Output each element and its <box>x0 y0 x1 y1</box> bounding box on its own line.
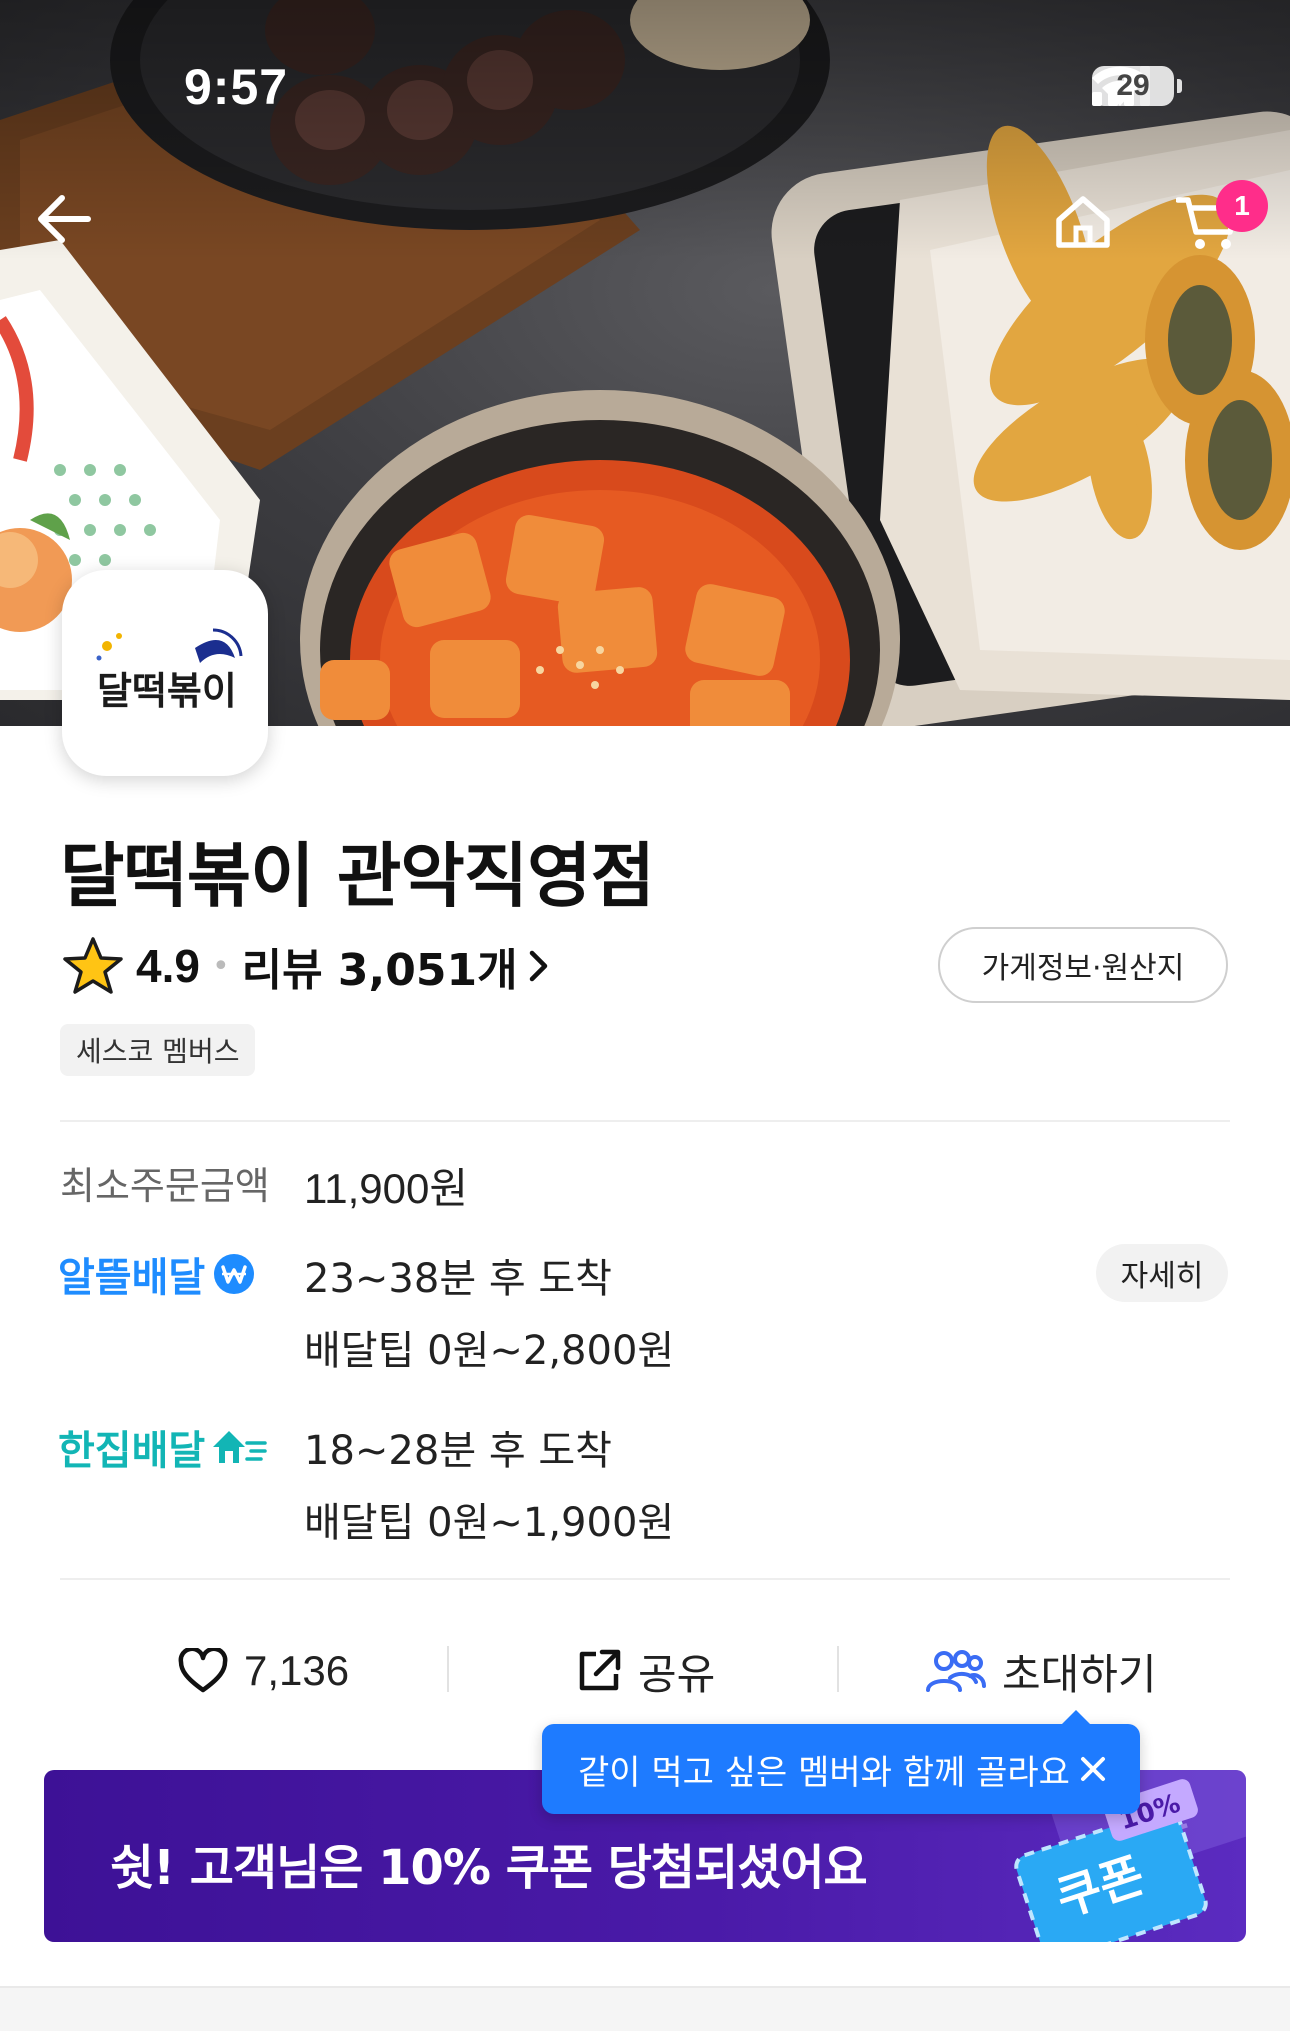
action-separator <box>837 1646 839 1692</box>
share-label: 공유 <box>638 1649 716 1699</box>
status-time: 9:57 <box>184 59 289 115</box>
invite-tooltip: 같이 먹고 싶은 멤버와 함께 골라요 <box>542 1710 1140 1814</box>
heart-icon <box>178 1648 228 1693</box>
coupon-banner-text: 쉿! 고객님은 10% 쿠폰 당첨되셨어요 <box>110 1840 868 1896</box>
chevron-right-icon <box>529 950 547 982</box>
invite-button[interactable]: 초대하기 <box>924 1636 1157 1706</box>
review-link[interactable]: 리뷰 3,051개 <box>242 934 550 998</box>
next-section-strip <box>0 1988 1290 2031</box>
close-icon <box>1081 1757 1105 1781</box>
home-icon <box>1056 196 1110 248</box>
status-icons: 29 <box>1092 66 1182 106</box>
onehouse-delivery-text: 한집배달 <box>58 1428 206 1474</box>
share-button[interactable]: 공유 <box>576 1636 715 1706</box>
store-name: 달떡볶이 관악직영점 <box>60 835 655 917</box>
saver-delivery-label: 알뜰배달 <box>58 1245 257 1303</box>
review-count: 리뷰 3,051개 <box>241 945 518 996</box>
store-info-origin-button[interactable]: 가게정보·원산지 <box>938 927 1228 1003</box>
invite-label: 초대하기 <box>1002 1649 1157 1699</box>
saver-delivery-time: 23~38분 후 도착 <box>304 1256 612 1302</box>
onehouse-delivery-time: 18~28분 후 도착 <box>304 1428 612 1474</box>
battery-icon: 29 <box>1092 66 1182 106</box>
store-logo: 달떡볶이 <box>62 570 268 776</box>
won-coin-icon <box>214 1254 255 1294</box>
saver-delivery-tip: 배달팁 0원~2,800원 <box>304 1328 675 1374</box>
min-order-value: 11,900원 <box>304 1165 468 1212</box>
invite-tooltip-text: 같이 먹고 싶은 멤버와 함께 골라요 <box>578 1752 1070 1793</box>
rating-row: 4.9 • 리뷰 3,051개 <box>62 936 550 996</box>
onehouse-delivery-tip: 배달팁 0원~1,900원 <box>304 1500 675 1546</box>
rating-value: 4.9 <box>136 940 200 992</box>
min-order-label: 최소주문금액 <box>60 1164 270 1208</box>
back-arrow-icon <box>38 195 91 243</box>
logo-lettering: 달떡볶이 <box>97 669 237 713</box>
group-people-icon <box>926 1650 986 1692</box>
tooltip-close-button[interactable] <box>1072 1748 1114 1790</box>
divider <box>60 1120 1230 1122</box>
onehouse-delivery-label: 한집배달 <box>58 1418 267 1476</box>
star-icon <box>63 937 123 994</box>
saver-delivery-text: 알뜰배달 <box>58 1255 206 1301</box>
detail-button[interactable]: 자세히 <box>1096 1244 1228 1302</box>
home-button[interactable] <box>1054 194 1134 274</box>
divider <box>60 1578 1230 1580</box>
share-icon <box>579 1649 621 1691</box>
member-chip: 세스코 멤버스 <box>60 1024 256 1076</box>
action-separator <box>447 1646 449 1692</box>
separator-dot: • <box>211 948 230 984</box>
back-button[interactable] <box>36 194 116 274</box>
cart-count-badge: 1 <box>1216 180 1268 232</box>
like-button[interactable]: 7,136 <box>178 1636 349 1706</box>
like-count: 7,136 <box>244 1647 350 1694</box>
fast-home-icon <box>213 1431 267 1463</box>
store-logo-image: 달떡볶이 <box>96 628 243 713</box>
